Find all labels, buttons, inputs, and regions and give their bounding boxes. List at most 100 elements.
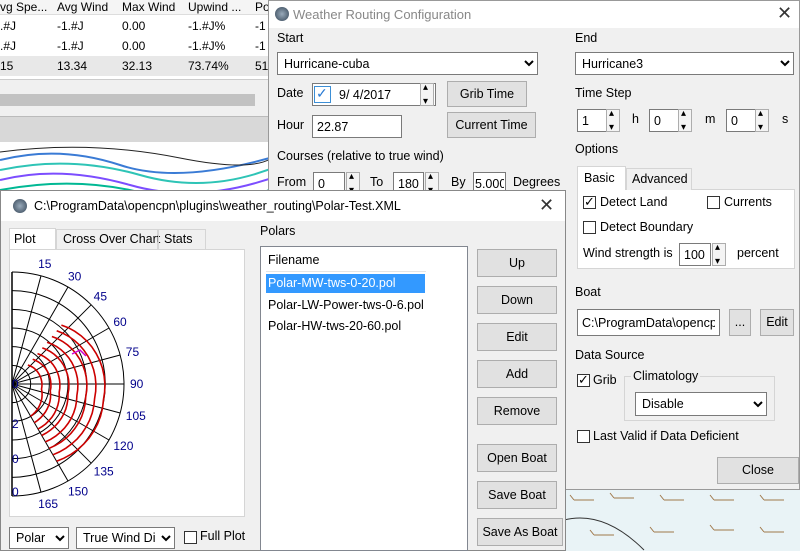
tab-advanced[interactable]: Advanced [626,168,692,190]
date-label: Date [277,86,304,100]
detect-boundary-checkbox[interactable] [583,221,596,234]
app-icon [275,7,289,21]
wind-strength-input[interactable] [679,243,711,266]
table-cell: -1.#J [57,39,84,53]
polar-window: C:\ProgramData\opencpn\plugins\weather_r… [0,190,566,551]
date-value: 9/ 4/2017 [339,88,392,102]
polar-titlebar: C:\ProgramData\opencpn\plugins\weather_r… [1,191,565,221]
ts-hours-spinner[interactable] [606,108,620,133]
table-cell: 15 [0,59,14,73]
date-spinner[interactable] [420,82,434,107]
tab-basic[interactable]: Basic [577,166,626,190]
last-valid-checkbox[interactable] [577,430,590,443]
by-label: By [451,175,466,189]
close-icon[interactable]: ✕ [777,3,792,24]
angle-label: 30 [68,270,82,284]
currents-checkbox[interactable] [707,196,720,209]
tab-cross-over-chart[interactable]: Cross Over Chart [56,229,160,249]
ts-hours-unit: h [632,112,639,126]
wind-barbs [564,492,784,551]
config-titlebar: Weather Routing Configuration ✕ [269,1,799,28]
current-time-button[interactable]: Current Time [447,112,536,138]
detect-boundary-label: Detect Boundary [600,220,694,234]
angle-label: 120 [113,439,133,453]
col-header[interactable]: Max Wind [122,0,175,14]
start-select[interactable]: Hurricane-cuba [277,52,538,75]
save-as-boat-button[interactable]: Save As Boat [477,518,563,546]
datasource-label: Data Source [575,348,645,362]
table-cell: 32.13 [122,59,153,73]
save-boat-button[interactable]: Save Boat [477,481,557,509]
climatology-label: Climatology [631,369,701,383]
polars-list[interactable]: Filename Polar-MW-tws-0-20.pol Polar-LW-… [260,246,468,551]
detect-land-checkbox[interactable] [583,194,596,210]
wind-strength-label: Wind strength is [583,246,673,260]
polar-title: C:\ProgramData\opencpn\plugins\weather_r… [34,199,401,213]
filename-header[interactable]: Filename [268,253,319,267]
map-strip [564,490,800,551]
angle-label: 75 [126,345,140,359]
ts-min-input[interactable] [649,109,679,132]
tab-plot[interactable]: Plot [9,228,56,249]
boat-edit-button[interactable]: Edit [760,309,794,336]
down-button[interactable]: Down [477,286,557,314]
start-label: Start [277,31,304,45]
table-cell: -1.#J [57,19,84,33]
grid-spoke [11,383,92,464]
wind-strength-spinner[interactable] [712,242,726,267]
edit-button[interactable]: Edit [477,323,557,351]
boat-path-input[interactable] [577,309,720,336]
full-plot-checkbox[interactable] [184,531,197,544]
grib-checkbox[interactable] [577,372,590,388]
table-cell: 51 [255,59,269,73]
tab-stats[interactable]: Stats [158,229,206,249]
detect-land-label: Detect Land [600,195,668,209]
table-cell: -1.#J% [188,39,226,53]
up-button[interactable]: Up [477,249,557,277]
ts-sec-input[interactable] [726,109,756,132]
boat-browse-button[interactable]: ... [729,309,751,336]
angle-label: 105 [126,409,146,423]
date-checkbox[interactable]: ✓ [314,85,331,103]
ts-sec-spinner[interactable] [755,108,769,133]
polar-plot-svg: 15 30 45 60 75 90 105 120 135 150 165 0 2 0 0 [11,257,146,511]
hour-input[interactable] [312,115,402,138]
ts-min-spinner[interactable] [678,108,692,133]
table-cell: -1 [255,39,266,53]
climatology-select[interactable]: Disable [635,392,767,416]
ts-hours-input[interactable] [577,109,607,132]
close-button[interactable]: Close [717,457,799,484]
list-item-selected[interactable]: Polar-MW-tws-0-20.pol [266,274,425,293]
plot-variable-select[interactable]: True Wind Dir [76,527,175,549]
degrees-label: Degrees [513,175,561,189]
col-header[interactable]: vg Spe... [0,0,47,14]
angle-label: 150 [68,484,88,498]
radius-label: 0 [12,485,19,499]
list-item[interactable]: Polar-HW-tws-20-60.pol [268,319,401,333]
boat-label: Boat [575,285,601,299]
timestep-label: Time Step [575,86,632,100]
full-plot-label: Full Plot [200,529,246,543]
plot-type-select[interactable]: Polar [9,527,69,549]
status-strip [0,116,270,142]
remove-button[interactable]: Remove [477,397,557,425]
angle-label: 135 [94,465,114,479]
radius-label: 0 [12,377,19,391]
config-title: Weather Routing Configuration [293,7,472,22]
col-header[interactable]: Avg Wind [57,0,108,14]
end-select[interactable]: Hurricane3 [575,52,794,75]
courses-label: Courses (relative to true wind) [277,149,444,163]
percent-label: percent [737,246,779,260]
angle-label: 60 [113,315,127,329]
grib-time-button[interactable]: Grib Time [447,81,527,107]
open-boat-button[interactable]: Open Boat [477,444,557,472]
list-item[interactable]: Polar-LW-Power-tws-0-6.pol [268,298,424,312]
date-picker[interactable]: ✓ 9/ 4/2017 [312,83,436,106]
table-cell: -1 [255,19,266,33]
end-label: End [575,31,598,45]
close-icon[interactable]: ✕ [539,195,554,216]
angle-label: 45 [94,289,108,303]
add-button[interactable]: Add [477,360,557,388]
col-header[interactable]: Upwind ... [188,0,241,14]
horizontal-scrollbar[interactable] [0,92,270,108]
